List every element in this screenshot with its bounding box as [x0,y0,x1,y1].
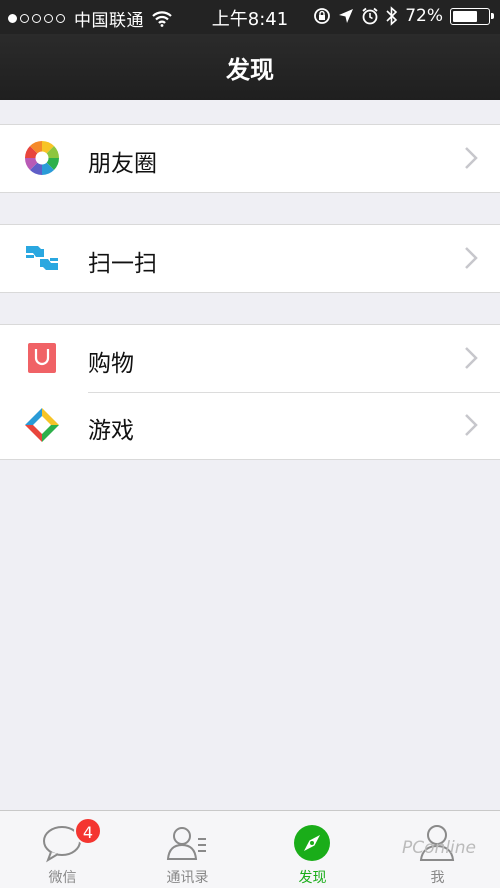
list-group-shopping-games: 购物 游戏 [0,324,500,460]
nav-bar: 发现 [0,34,500,100]
list-item-label: 游戏 [88,418,134,444]
unread-badge: 4 [74,817,102,845]
page-title: 发现 [226,56,274,84]
tab-label: 通讯录 [166,870,209,886]
battery-fill [453,10,478,22]
list-group-scan: 扫一扫 [0,224,500,293]
chevron-right-icon [465,347,478,369]
alarm-icon [362,7,378,25]
chevron-right-icon [465,414,478,436]
tab-discover[interactable]: 发现 [250,811,375,888]
contacts-icon [166,827,206,860]
chevron-right-icon [465,147,478,169]
tab-label: 微信 [48,870,77,886]
games-icon [25,408,59,442]
list-item-shopping[interactable]: 购物 [0,325,500,392]
scan-icon [26,246,58,270]
chevron-right-icon [465,247,478,269]
list-item-games[interactable]: 游戏 [0,392,500,459]
status-bar: 中国联通 上午8:41 72% [0,0,500,34]
tab-label: 发现 [298,870,327,886]
list-item-label: 朋友圈 [88,151,157,177]
rotation-lock-icon [314,8,331,24]
location-arrow-icon [339,9,354,23]
tab-label: 我 [430,870,445,886]
tab-contacts[interactable]: 通讯录 [125,811,250,888]
tab-chats[interactable]: 4 微信 [0,811,125,888]
shopping-icon [28,343,56,373]
list-item-scan[interactable]: 扫一扫 [0,225,500,292]
list-item-label: 扫一扫 [88,251,157,277]
list-item-moments[interactable]: 朋友圈 [0,125,500,192]
list-item-label: 购物 [88,351,134,377]
battery-percent: 72% [405,6,443,26]
status-right: 72% [306,6,494,26]
watermark: PConline [402,838,476,858]
bluetooth-icon [386,6,398,26]
compass-icon [294,825,330,861]
list-group-moments: 朋友圈 [0,124,500,193]
moments-icon [25,141,59,175]
battery-icon [450,7,494,25]
